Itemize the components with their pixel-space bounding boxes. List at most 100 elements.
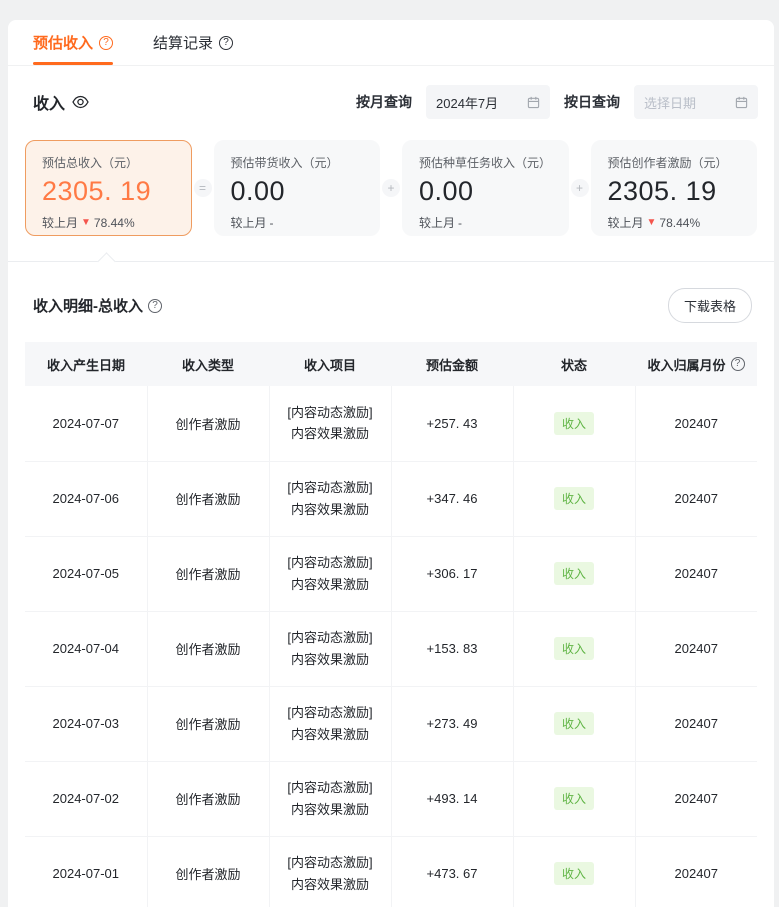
compare-label: 较上月 <box>42 214 78 231</box>
card-value: 2305. 19 <box>608 176 741 207</box>
cell-type: 创作者激励 <box>147 461 269 536</box>
cell-status: 收入 <box>513 461 635 536</box>
card-label: 预估带货收入（元） <box>231 154 364 171</box>
item-line1: [内容动态激励] <box>270 477 391 498</box>
status-badge: 收入 <box>554 487 594 510</box>
income-section-title: 收入 <box>33 90 89 114</box>
cell-amount: +306. 17 <box>391 536 513 611</box>
active-card-caret <box>97 252 115 270</box>
details-title-label: 收入明细-总收入 <box>33 295 143 316</box>
item-line2: 内容效果激励 <box>270 574 391 595</box>
cell-month: 202407 <box>635 836 757 907</box>
day-picker-placeholder: 选择日期 <box>644 93 696 112</box>
card-creator-incentive[interactable]: 预估创作者激励（元） 2305. 19 较上月 ▼ 78.44% <box>591 140 758 236</box>
status-badge: 收入 <box>554 712 594 735</box>
card-label: 预估总收入（元） <box>42 154 175 171</box>
stat-cards: 预估总收入（元） 2305. 19 较上月 ▼ 78.44% = 预估带货收入（… <box>25 140 757 236</box>
table-row: 2024-07-01 创作者激励 [内容动态激励] 内容效果激励 +473. 6… <box>25 836 757 907</box>
compare-label: 较上月 <box>608 214 644 231</box>
compare-value: 78.44% <box>659 216 700 230</box>
cell-type: 创作者激励 <box>147 836 269 907</box>
status-badge: 收入 <box>554 562 594 585</box>
cell-date: 2024-07-01 <box>25 836 147 907</box>
cell-type: 创作者激励 <box>147 686 269 761</box>
table-row: 2024-07-05 创作者激励 [内容动态激励] 内容效果激励 +306. 1… <box>25 536 757 611</box>
card-value: 2305. 19 <box>42 176 175 207</box>
cell-month: 202407 <box>635 536 757 611</box>
card-compare: 较上月 ▼ 78.44% <box>608 214 741 231</box>
item-line1: [内容动态激励] <box>270 702 391 723</box>
table-row: 2024-07-06 创作者激励 [内容动态激励] 内容效果激励 +347. 4… <box>25 461 757 536</box>
cell-month: 202407 <box>635 611 757 686</box>
card-label: 预估创作者激励（元） <box>608 154 741 171</box>
cell-date: 2024-07-04 <box>25 611 147 686</box>
col-header-month-label: 收入归属月份 <box>647 355 725 374</box>
col-header-status: 状态 <box>513 342 635 386</box>
table-header-row: 收入产生日期 收入类型 收入项目 预估金额 状态 收入归属月份 ? <box>25 342 757 386</box>
help-icon[interactable]: ? <box>219 36 233 50</box>
card-label: 预估种草任务收入（元） <box>419 154 552 171</box>
cell-status: 收入 <box>513 536 635 611</box>
cell-date: 2024-07-07 <box>25 386 147 461</box>
col-header-item: 收入项目 <box>269 342 391 386</box>
trend-down-icon: ▼ <box>647 217 657 228</box>
cell-amount: +347. 46 <box>391 461 513 536</box>
tab-label: 结算记录 <box>153 32 213 53</box>
eye-icon[interactable] <box>72 95 89 109</box>
cell-date: 2024-07-03 <box>25 686 147 761</box>
help-icon[interactable]: ? <box>99 36 113 50</box>
cell-status: 收入 <box>513 686 635 761</box>
item-line1: [内容动态激励] <box>270 402 391 423</box>
cell-month: 202407 <box>635 761 757 836</box>
table-row: 2024-07-03 创作者激励 [内容动态激励] 内容效果激励 +273. 4… <box>25 686 757 761</box>
cell-date: 2024-07-02 <box>25 761 147 836</box>
day-picker-input[interactable]: 选择日期 <box>634 85 758 119</box>
card-total-income[interactable]: 预估总收入（元） 2305. 19 较上月 ▼ 78.44% <box>25 140 192 236</box>
cell-month: 202407 <box>635 686 757 761</box>
tab-estimated-income[interactable]: 预估收入 ? <box>33 20 113 65</box>
item-line1: [内容动态激励] <box>270 852 391 873</box>
item-line1: [内容动态激励] <box>270 552 391 573</box>
calendar-icon[interactable] <box>527 96 540 109</box>
col-header-month: 收入归属月份 ? <box>635 342 757 386</box>
item-line2: 内容效果激励 <box>270 499 391 520</box>
item-line2: 内容效果激励 <box>270 423 391 444</box>
cell-item: [内容动态激励] 内容效果激励 <box>269 461 391 536</box>
card-value: 0.00 <box>231 176 364 207</box>
cell-date: 2024-07-06 <box>25 461 147 536</box>
filter-row: 收入 按月查询 2024年7月 按日查询 <box>33 85 758 119</box>
tabs-bar: 预估收入 ? 结算记录 ? <box>8 20 774 66</box>
month-picker-input[interactable]: 2024年7月 <box>426 85 550 119</box>
cell-item: [内容动态激励] 内容效果激励 <box>269 686 391 761</box>
help-icon[interactable]: ? <box>148 299 162 313</box>
download-table-button[interactable]: 下载表格 <box>668 288 752 323</box>
cell-status: 收入 <box>513 761 635 836</box>
card-goods-income[interactable]: 预估带货收入（元） 0.00 较上月 - <box>214 140 381 236</box>
table-row: 2024-07-02 创作者激励 [内容动态激励] 内容效果激励 +493. 1… <box>25 761 757 836</box>
cell-status: 收入 <box>513 386 635 461</box>
compare-label: 较上月 <box>419 214 455 231</box>
item-line2: 内容效果激励 <box>270 874 391 895</box>
status-badge: 收入 <box>554 862 594 885</box>
calendar-icon[interactable] <box>735 96 748 109</box>
table-row: 2024-07-04 创作者激励 [内容动态激励] 内容效果激励 +153. 8… <box>25 611 757 686</box>
cell-type: 创作者激励 <box>147 386 269 461</box>
item-line2: 内容效果激励 <box>270 724 391 745</box>
card-seeding-task-income[interactable]: 预估种草任务收入（元） 0.00 较上月 - <box>402 140 569 236</box>
item-line1: [内容动态激励] <box>270 627 391 648</box>
operator: + <box>569 140 591 236</box>
trend-down-icon: ▼ <box>81 217 91 228</box>
plus-icon: + <box>382 179 400 197</box>
help-icon[interactable]: ? <box>731 357 745 371</box>
status-badge: 收入 <box>554 637 594 660</box>
cell-amount: +473. 67 <box>391 836 513 907</box>
cell-type: 创作者激励 <box>147 611 269 686</box>
compare-label: 较上月 <box>231 214 267 231</box>
status-badge: 收入 <box>554 787 594 810</box>
cell-item: [内容动态激励] 内容效果激励 <box>269 536 391 611</box>
main-panel: 预估收入 ? 结算记录 ? 收入 按月查询 2024年7月 <box>8 20 774 907</box>
col-header-date: 收入产生日期 <box>25 342 147 386</box>
date-filters: 按月查询 2024年7月 按日查询 选择日期 <box>356 85 758 119</box>
month-picker-value: 2024年7月 <box>436 93 498 112</box>
tab-settlement-records[interactable]: 结算记录 ? <box>153 20 233 65</box>
